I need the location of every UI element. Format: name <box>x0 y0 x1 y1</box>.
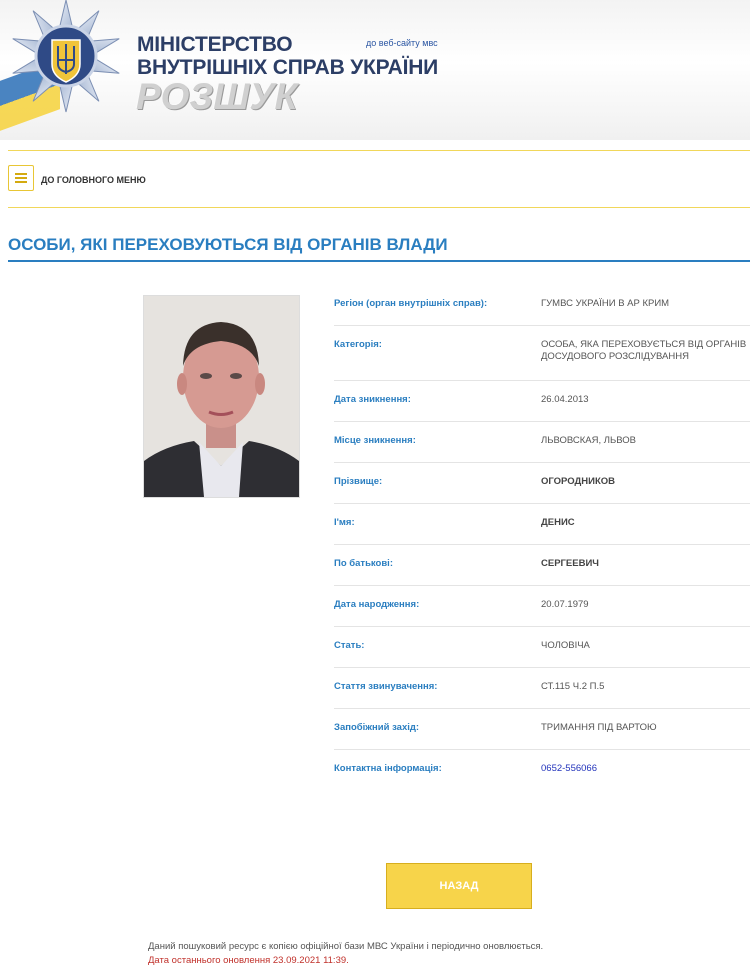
detail-label: Місце зникнення: <box>334 435 416 446</box>
person-photo <box>143 295 300 498</box>
person-details: Регіон (орган внутрішніх справ): ГУМВС У… <box>334 285 750 791</box>
detail-value: ДЕНИС <box>541 517 575 528</box>
detail-row-surname: Прізвище: ОГОРОДНИКОВ <box>334 463 750 504</box>
police-emblem-icon[interactable] <box>2 0 130 118</box>
detail-value: 20.07.1979 <box>541 599 589 610</box>
detail-label: Прізвище: <box>334 476 383 487</box>
detail-value: ОСОБА, ЯКА ПЕРЕХОВУЄТЬСЯ ВІД ОРГАНІВ ДОС… <box>541 339 747 362</box>
detail-row-patronymic: По батькові: СЕРГЕЕВИЧ <box>334 545 750 586</box>
detail-row-disappearance-date: Дата зникнення: 26.04.2013 <box>334 381 750 422</box>
detail-value: ТРИМАННЯ ПІД ВАРТОЮ <box>541 722 657 733</box>
site-header: МІНІСТЕРСТВО ВНУТРІШНІХ СПРАВ УКРАЇНИ до… <box>0 0 750 140</box>
detail-value: ЧОЛОВІЧА <box>541 640 590 651</box>
home-menu-link[interactable]: ДО ГОЛОВНОГО МЕНЮ <box>41 175 146 185</box>
detail-row-first-name: І'мя: ДЕНИС <box>334 504 750 545</box>
menu-bar: ДО ГОЛОВНОГО МЕНЮ <box>8 150 750 208</box>
detail-label: Дата народження: <box>334 599 420 610</box>
ministry-title-line1: МІНІСТЕРСТВО <box>137 33 293 56</box>
detail-value: ГУМВС УКРАЇНИ В АР КРИМ <box>541 298 670 309</box>
detail-label: Стать: <box>334 640 365 651</box>
detail-label: Категорія: <box>334 339 382 350</box>
detail-value: ОГОРОДНИКОВ <box>541 476 616 487</box>
detail-row-category: Категорія: ОСОБА, ЯКА ПЕРЕХОВУЄТЬСЯ ВІД … <box>334 326 750 381</box>
list-icon[interactable] <box>8 165 34 191</box>
footer-note: Даний пошуковий ресурс є копією офіційно… <box>148 941 544 952</box>
detail-row-disappearance-place: Місце зникнення: ЛЬВОВСКАЯ, ЛЬВОВ <box>334 422 750 463</box>
contact-phone-link[interactable]: 0652-556066 <box>541 763 750 775</box>
search-title-logo: РОЗШУК <box>136 76 298 117</box>
detail-row-preventive-measure: Запобіжний захід: ТРИМАННЯ ПІД ВАРТОЮ <box>334 709 750 750</box>
back-button[interactable]: НАЗАД <box>386 863 532 909</box>
detail-value: СЕРГЕЕВИЧ <box>541 558 599 569</box>
detail-label: Дата зникнення: <box>334 394 411 405</box>
detail-row-region: Регіон (орган внутрішніх справ): ГУМВС У… <box>334 285 750 326</box>
last-update-text: Дата останнього оновлення 23.09.2021 11:… <box>148 955 349 966</box>
detail-row-charge-article: Стаття звинувачення: СТ.115 Ч.2 П.5 <box>334 668 750 709</box>
detail-label: По батькові: <box>334 558 393 569</box>
detail-row-sex: Стать: ЧОЛОВІЧА <box>334 627 750 668</box>
detail-label: Регіон (орган внутрішніх справ): <box>334 298 488 309</box>
detail-value: ЛЬВОВСКАЯ, ЛЬВОВ <box>541 435 636 446</box>
detail-label: Запобіжний захід: <box>334 722 420 733</box>
detail-label: Стаття звинувачення: <box>334 681 438 692</box>
detail-row-contact: Контактна інформація: 0652-556066 <box>334 750 750 791</box>
detail-value: 26.04.2013 <box>541 394 589 405</box>
detail-label: Контактна інформація: <box>334 763 442 774</box>
detail-value: СТ.115 Ч.2 П.5 <box>541 681 605 692</box>
detail-row-birth-date: Дата народження: 20.07.1979 <box>334 586 750 627</box>
page-title: ОСОБИ, ЯКІ ПЕРЕХОВУЮТЬСЯ ВІД ОРГАНІВ ВЛА… <box>8 235 750 262</box>
ministry-website-link[interactable]: до веб-сайту мвс <box>366 38 438 48</box>
detail-label: І'мя: <box>334 517 355 528</box>
